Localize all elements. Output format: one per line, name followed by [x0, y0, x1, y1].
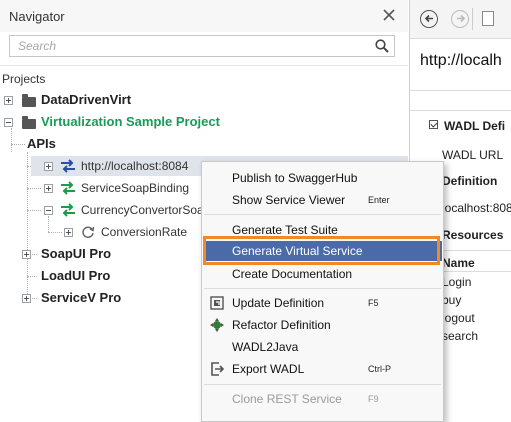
- tree-item-label: DataDrivenVirt: [41, 92, 132, 107]
- wadl-section-header: WADL Defi: [444, 119, 506, 133]
- wadl-url-label: WADL URL: [442, 148, 504, 162]
- search-input[interactable]: [10, 36, 370, 56]
- shortcut-label: F5: [368, 298, 379, 308]
- tree-item-currencyconvertor[interactable]: CurrencyConvertorSoa: [31, 200, 204, 220]
- menu-item-refactor-definition[interactable]: Refactor Definition: [203, 315, 442, 335]
- back-button[interactable]: [420, 10, 438, 28]
- arrow-left-icon: [424, 14, 433, 23]
- menu-separator: [204, 214, 441, 215]
- expand-icon[interactable]: [4, 96, 13, 105]
- shortcut-label: Enter: [368, 195, 390, 205]
- tree-item-label: LoadUI Pro: [41, 268, 111, 283]
- name-column-header: Name: [442, 256, 475, 270]
- export-icon: [211, 362, 224, 376]
- menu-separator: [204, 384, 441, 385]
- expand-icon[interactable]: [44, 184, 53, 193]
- definition-value: localhost:808: [442, 201, 511, 215]
- tree-item-datadrivenvirt[interactable]: DataDrivenVirt: [0, 90, 400, 110]
- tree-item-label: http://localhost:8084: [81, 159, 189, 173]
- refresh-icon: [82, 226, 95, 239]
- expand-icon[interactable]: [22, 294, 31, 303]
- menu-item-wadl2java[interactable]: WADL2Java: [203, 337, 442, 357]
- menu-item-create-documentation[interactable]: Create Documentation: [203, 264, 442, 284]
- context-menu: Publish to SwaggerHub Show Service Viewe…: [201, 161, 444, 422]
- endpoint-url: http://localh: [420, 52, 502, 69]
- search-box: [9, 35, 395, 57]
- tree-item-label: APIs: [27, 136, 56, 151]
- divider: [438, 271, 511, 272]
- menu-item-clone-rest-service[interactable]: Clone REST Service F9: [203, 389, 442, 409]
- folder-icon: [22, 94, 36, 107]
- expand-icon[interactable]: [22, 250, 31, 259]
- soap-service-icon: [61, 181, 75, 195]
- rest-service-icon: [61, 159, 75, 173]
- menu-item-publish-swaggerhub[interactable]: Publish to SwaggerHub: [203, 168, 442, 188]
- resource-row[interactable]: logout: [442, 311, 475, 325]
- tree-item-label: ServiceV Pro: [41, 290, 122, 305]
- update-definition-icon: [210, 296, 224, 310]
- menu-separator: [204, 288, 441, 289]
- resources-label: Resources: [442, 228, 504, 242]
- tree-item-virtualization-project[interactable]: Virtualization Sample Project: [0, 112, 400, 132]
- tree-item-soapui-pro[interactable]: SoapUI Pro: [0, 244, 200, 264]
- menu-item-show-service-viewer[interactable]: Show Service Viewer Enter: [203, 190, 442, 210]
- resource-row[interactable]: buy: [442, 293, 461, 307]
- shortcut-label: F9: [368, 394, 379, 404]
- checkbox-icon[interactable]: [429, 120, 438, 129]
- refactor-icon: [210, 318, 224, 332]
- tree-item-label: CurrencyConvertorSoa: [81, 203, 204, 217]
- divider: [472, 8, 473, 30]
- menu-item-generate-test-suite[interactable]: Generate Test Suite: [203, 220, 442, 240]
- editor-toolbar: [410, 0, 511, 39]
- folder-icon: [22, 116, 36, 129]
- expand-icon[interactable]: [44, 162, 53, 171]
- document-icon[interactable]: [482, 11, 494, 26]
- expand-icon[interactable]: [64, 228, 73, 237]
- soap-service-icon: [61, 203, 75, 217]
- menu-item-update-definition[interactable]: Update Definition F5: [203, 293, 442, 313]
- navigator-header: Navigator: [0, 0, 408, 32]
- navigator-title: Navigator: [9, 9, 65, 24]
- menu-item-generate-virtual-service[interactable]: Generate Virtual Service: [203, 241, 442, 261]
- tree-item-label: ServiceSoapBinding: [81, 181, 190, 195]
- close-icon[interactable]: [380, 6, 398, 24]
- collapse-icon[interactable]: [44, 206, 53, 215]
- tree-item-apis[interactable]: APIs: [0, 134, 400, 154]
- divider: [410, 90, 511, 91]
- divider: [410, 110, 511, 111]
- divider: [438, 250, 511, 251]
- tree-item-loadui-pro[interactable]: LoadUI Pro: [0, 266, 200, 286]
- shortcut-label: Ctrl-P: [368, 364, 391, 374]
- tree-item-conversionrate[interactable]: ConversionRate: [60, 222, 200, 242]
- collapse-icon[interactable]: [4, 118, 13, 127]
- search-icon[interactable]: [374, 38, 390, 54]
- resource-row[interactable]: search: [442, 329, 478, 343]
- definition-label: Definition: [442, 174, 498, 188]
- tree-item-servicev-pro[interactable]: ServiceV Pro: [0, 288, 200, 308]
- forward-button[interactable]: [451, 10, 469, 28]
- resource-row[interactable]: Login: [442, 275, 471, 289]
- projects-label: Projects: [2, 72, 46, 86]
- divider: [0, 65, 408, 66]
- menu-item-export-wadl[interactable]: Export WADL Ctrl-P: [203, 359, 442, 379]
- tree-item-label: SoapUI Pro: [41, 246, 112, 261]
- arrow-right-icon: [456, 14, 465, 23]
- tree-item-label: Virtualization Sample Project: [41, 114, 220, 129]
- tree-item-label: ConversionRate: [101, 225, 188, 239]
